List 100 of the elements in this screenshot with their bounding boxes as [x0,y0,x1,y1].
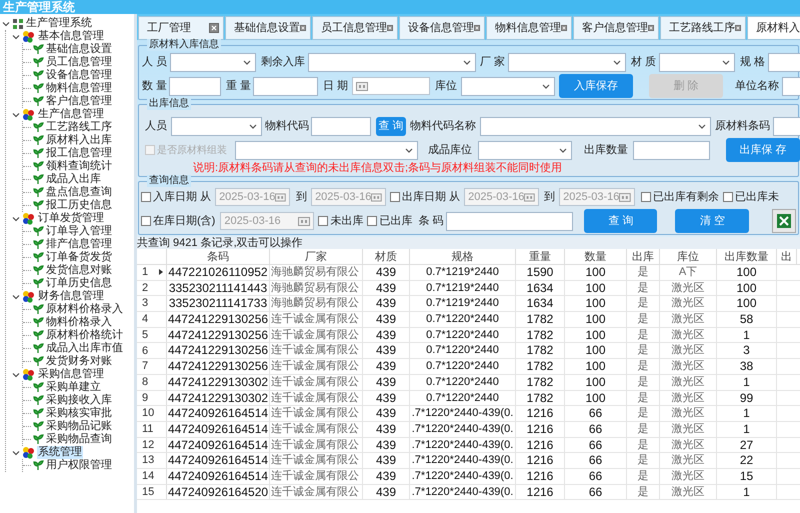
close-icon[interactable] [474,23,480,33]
tree-item[interactable]: 订单历史信息 [46,277,112,290]
dropdown-field[interactable] [170,52,256,72]
tree-group[interactable]: 订单发货管理 [37,212,105,225]
tree-item[interactable]: 物料价格录入 [46,316,112,329]
tab[interactable]: 设备信息管理 [399,16,485,40]
close-icon[interactable] [648,23,654,33]
checkbox[interactable]: 在库日期(含) [141,212,216,230]
input-field[interactable] [446,212,574,230]
tree-item[interactable]: 原材料价格录入 [46,303,123,316]
input-field[interactable] [253,76,318,96]
field-label: 日 期 [323,78,348,94]
collapse-chevron-icon[interactable] [12,214,20,222]
close-icon[interactable] [387,23,393,33]
column-header[interactable]: 库位 [660,249,717,264]
tree-root[interactable]: 生产管理系统 [26,17,92,30]
collapse-chevron-icon[interactable] [12,32,20,40]
column-header[interactable]: 数量 [565,249,627,264]
tree-item[interactable]: 设备信息管理 [46,69,112,82]
tree-group[interactable]: 基本信息管理 [37,30,105,43]
close-icon[interactable] [561,23,567,33]
tab[interactable]: 工艺路线工序 [660,16,746,40]
close-icon[interactable] [735,23,741,33]
tree-item[interactable]: 物料信息管理 [46,82,112,95]
tab[interactable]: 物料信息管理 [486,16,572,40]
tab[interactable]: 员工信息管理 [312,16,398,40]
action-button[interactable]: 清 空 [675,209,750,233]
plant-icon [33,434,44,445]
tree-item[interactable]: 采购单建立 [46,381,101,394]
tree-item[interactable]: 订单导入管理 [46,225,112,238]
collapse-chevron-icon[interactable] [12,448,20,456]
collapse-chevron-icon[interactable] [12,292,20,300]
collapse-chevron-icon[interactable] [2,20,10,28]
tree-item[interactable]: 排产信息管理 [46,238,112,251]
tree-group[interactable]: 采购信息管理 [37,368,105,381]
action-button[interactable]: 查 询 [584,209,658,233]
tree-item[interactable]: 报工信息管理 [46,147,112,160]
checkbox[interactable]: 出库日期 从 [390,188,460,206]
input-field[interactable] [633,140,710,160]
tree-item[interactable]: 订单备货发货 [46,251,112,264]
column-header[interactable]: 重量 [516,249,565,264]
dropdown-field[interactable] [308,52,476,72]
tree-group[interactable]: 生产信息管理 [37,108,105,121]
tree-item[interactable]: 采购核实审批 [46,407,112,420]
column-header[interactable]: 出库 [627,249,660,264]
collapse-chevron-icon[interactable] [12,370,20,378]
dropdown-field[interactable] [508,52,626,72]
tree-item[interactable]: 工艺路线工序 [46,121,112,134]
checkbox[interactable]: 已出库有剩余 [641,188,720,206]
tree-group[interactable]: 财务信息管理 [37,290,105,303]
column-header[interactable]: 规格 [410,249,516,264]
tree-item[interactable]: 发货信息对账 [46,264,112,277]
dropdown-field[interactable] [478,140,572,160]
tree-item[interactable]: 员工信息管理 [46,56,112,69]
date-field[interactable] [352,77,430,95]
close-icon[interactable] [209,23,219,33]
tab[interactable]: 基础信息设置 [225,16,311,40]
tree-item[interactable]: 采购物品查询 [46,433,112,446]
dropdown-field[interactable] [171,116,262,136]
dropdown-field[interactable] [480,116,711,136]
tree-item[interactable]: 原材料价格统计 [46,329,123,342]
column-header[interactable]: 出库数量 [717,249,777,264]
tab[interactable]: 客户信息管理 [573,16,659,40]
tree-item[interactable]: 客户信息管理 [46,95,112,108]
checkbox[interactable]: 未出库 [318,212,364,230]
date-value: 2025-03-16 [468,190,524,205]
column-header[interactable]: 材质 [363,249,410,264]
input-field[interactable] [768,52,800,72]
input-field[interactable] [169,76,222,96]
tree-item[interactable]: 成品入出库市值 [46,342,123,355]
dropdown-field[interactable] [235,140,418,160]
tree-item[interactable]: 基础信息设置 [46,43,112,56]
column-header[interactable]: 出 [777,249,797,264]
excel-export-button[interactable] [772,209,796,233]
tab[interactable]: 原材料入 [747,16,800,40]
collapse-chevron-icon[interactable] [12,110,20,118]
tab[interactable]: 工厂管理 [138,16,224,40]
field-label: 物料代码名称 [410,118,476,134]
action-button[interactable]: 出库保 存 [726,138,800,162]
tree-item[interactable]: 原材料入出库 [46,134,112,147]
action-button[interactable]: 查 询 [376,116,406,136]
checkbox[interactable]: 入库日期 从 [141,188,212,206]
dropdown-field[interactable] [659,52,736,72]
close-icon[interactable] [300,23,306,33]
tree-group[interactable]: 系统管理 [37,446,83,459]
action-button[interactable]: 入库保存 [559,74,634,98]
tree-item[interactable]: 采购接收入库 [46,394,112,407]
tree-item[interactable]: 成品入出库 [46,173,101,186]
tree-item[interactable]: 用户权限管理 [46,459,112,472]
checkbox[interactable]: 已出库未 [723,188,780,206]
tree-item[interactable]: 采购物品记账 [46,420,112,433]
input-field[interactable] [311,116,371,136]
column-header[interactable]: 条码 [167,249,270,264]
column-header[interactable]: 厂家 [270,249,363,264]
tree-item[interactable]: 盘点信息查询 [46,186,112,199]
tree-item[interactable]: 发货财务对账 [46,355,112,368]
tree-item[interactable]: 领料查询统计 [46,160,112,173]
checkbox[interactable]: 已出库 [367,212,412,230]
dropdown-field[interactable] [461,76,556,96]
tree-item[interactable]: 报工历史信息 [46,199,112,212]
